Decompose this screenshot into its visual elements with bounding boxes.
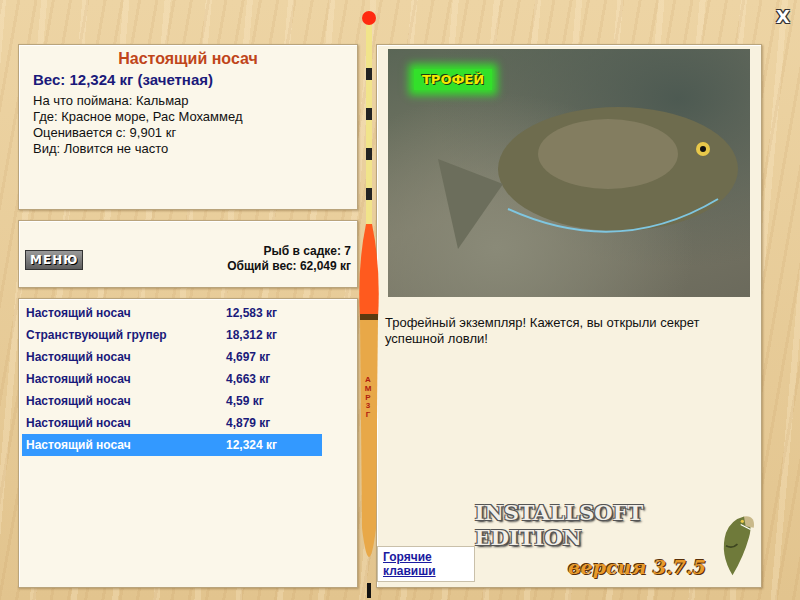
catch-name: Странствующий групер — [26, 328, 226, 342]
catch-name: Настоящий носач — [26, 416, 226, 430]
fish-info-panel: Настоящий носачВес: 12,324 кг (зачетная)… — [18, 44, 358, 210]
fish-detail: Вид: Ловится не часто — [33, 141, 343, 157]
photo-panel: ТРОФЕЙ Трофейный экземпляр! Кажется, вы о… — [376, 44, 762, 588]
float: АМР 3Г — [354, 8, 384, 598]
total-weight: Общий вес: 62,049 кг — [227, 259, 351, 274]
catch-weight: 12,324 кг — [226, 438, 318, 452]
catch-weight: 4,879 кг — [226, 416, 318, 430]
fish-detail: На что поймана: Кальмар — [33, 93, 343, 109]
left-column: Настоящий носачВес: 12,324 кг (зачетная)… — [18, 44, 358, 588]
catch-list-panel: Настоящий носач12,583 кгСтранствующий гр… — [18, 298, 358, 588]
keepnet-panel: МЕНЮ Рыб в садке: 7Общий вес: 62,049 кг — [18, 220, 358, 288]
float-mark: АМР 3Г — [364, 376, 372, 420]
catch-row[interactable]: Настоящий носач4,663 кг — [22, 368, 322, 390]
fish-detail: Где: Красное море, Рас Мохаммед — [33, 109, 343, 125]
fish-count: Рыб в садке: 7 — [263, 244, 351, 259]
footer: Горячие клавишиINSTALLSOFT EDITION версия… — [377, 500, 761, 587]
menu-button[interactable]: МЕНЮ — [25, 250, 83, 270]
catch-weight: 4,697 кг — [226, 350, 318, 364]
trophy-badge: ТРОФЕЙ — [414, 69, 492, 90]
catch-message: Трофейный экземпляр! Кажется, вы открыли… — [377, 297, 761, 347]
catch-row[interactable]: Настоящий носач12,324 кг — [22, 434, 322, 456]
keepnet-body: МЕНЮ Рыб в садке: 7Общий вес: 62,049 кг — [19, 221, 357, 287]
keepnet-stats: Рыб в садке: 7Общий вес: 62,049 кг — [227, 244, 351, 274]
hotkeys-button[interactable]: Горячие клавиши — [377, 546, 475, 582]
catch-name: Настоящий носач — [26, 372, 226, 386]
catch-row[interactable]: Настоящий носач4,59 кг — [22, 390, 322, 412]
logo-title: INSTALLSOFT EDITION — [475, 500, 706, 550]
catch-weight: 4,663 кг — [226, 372, 318, 386]
fish-detail: Оценивается с: 9,901 кг — [33, 125, 343, 141]
catch-row[interactable]: Странствующий групер18,312 кг — [22, 324, 322, 346]
catch-row[interactable]: Настоящий носач12,583 кг — [22, 302, 322, 324]
catch-screen: XНастоящий носачВес: 12,324 кг (зачетная… — [0, 0, 800, 600]
catch-name: Настоящий носач — [26, 394, 226, 408]
logo-text: INSTALLSOFT EDITION версия 3.7.5 — [475, 500, 706, 584]
close-button[interactable]: X — [776, 6, 790, 27]
catch-row[interactable]: Настоящий носач4,879 кг — [22, 412, 322, 434]
fish-photo: ТРОФЕЙ — [388, 49, 750, 297]
catch-name: Настоящий носач — [26, 438, 226, 452]
pike-icon — [708, 506, 757, 584]
fish-weight: Вес: 12,324 кг (зачетная) — [33, 69, 343, 91]
catch-weight: 12,583 кг — [226, 306, 318, 320]
fish-title: Настоящий носач — [33, 49, 343, 69]
fish-info: Настоящий носачВес: 12,324 кг (зачетная)… — [19, 45, 357, 163]
float-icon — [354, 8, 384, 598]
catch-name: Настоящий носач — [26, 306, 226, 320]
fish-photo-icon — [418, 89, 748, 289]
catch-weight: 4,59 кг — [226, 394, 318, 408]
catch-row[interactable]: Настоящий носач4,697 кг — [22, 346, 322, 368]
catch-list: Настоящий носач12,583 кгСтранствующий гр… — [19, 299, 357, 459]
logo: INSTALLSOFT EDITION версия 3.7.5 — [475, 500, 757, 584]
catch-name: Настоящий носач — [26, 350, 226, 364]
catch-weight: 18,312 кг — [226, 328, 318, 342]
logo-version: версия 3.7.5 — [568, 556, 706, 578]
